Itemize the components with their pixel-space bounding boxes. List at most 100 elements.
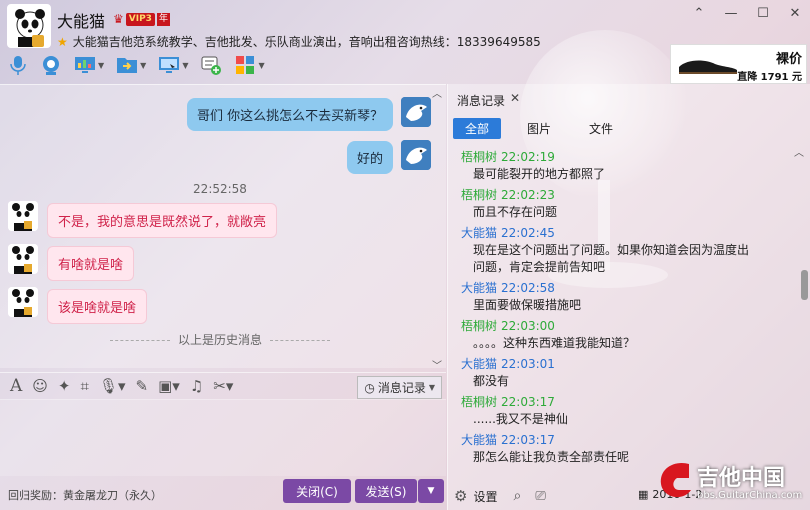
tab-files[interactable]: 文件 <box>577 118 625 139</box>
magic-wand-icon[interactable]: ✦ <box>58 377 71 395</box>
record-text: ......我又不是神仙 <box>473 412 568 426</box>
panel-close-icon[interactable]: ✕ <box>510 91 520 105</box>
window-controls: ⌃ — ☐ ✕ <box>690 6 804 21</box>
screen-share-button[interactable]: ▼ <box>74 55 104 75</box>
record-time: 22:02:19 <box>501 150 555 164</box>
remote-desktop-button[interactable]: ▼ <box>158 55 188 75</box>
file-transfer-icon <box>117 58 138 73</box>
chat-history-area[interactable]: 哥们 你这么挑怎么不去买新琴？ 好的 22:52:58 不是，我的意思是既然说了… <box>0 84 446 372</box>
panel-scrollbar[interactable] <box>801 270 808 300</box>
tab-images[interactable]: 图片 <box>515 118 563 139</box>
minimize-button[interactable]: — <box>722 6 740 21</box>
edit-icon[interactable]: ✎ <box>136 377 149 395</box>
record-sender[interactable]: 大能猫 <box>461 433 497 447</box>
video-call-button[interactable] <box>40 54 62 76</box>
contact-avatar-small[interactable] <box>8 201 38 231</box>
voice-message-icon[interactable]: 🎙▾ <box>99 377 126 395</box>
clock-icon: ◷ <box>364 380 375 395</box>
message-bubble-outgoing[interactable]: 好的 <box>347 141 394 174</box>
top-toolbar: ▼ ▼ ▼ ▼ <box>8 54 265 76</box>
scroll-down-icon[interactable]: ﹀ <box>432 357 442 372</box>
chat-window: 大能猫 ♛ VIP3 年 ★ 大能猫吉他范系统教学、吉他批发、乐队商业演出，音响… <box>0 0 810 510</box>
contact-avatar-small[interactable] <box>8 244 38 274</box>
close-window-button[interactable]: ✕ <box>786 6 804 21</box>
app-grid-icon <box>236 56 255 74</box>
message-bubble-incoming[interactable]: 不是，我的意思是既然说了，就敞亮 <box>47 203 278 238</box>
star-icon: ★ <box>57 34 68 49</box>
music-icon[interactable]: ♫ <box>190 377 203 395</box>
record-header: 大能猫 22:03:01 <box>461 355 783 373</box>
history-notice: 以上是历史消息 <box>0 331 440 348</box>
file-transfer-button[interactable]: ▼ <box>116 55 146 75</box>
record-sender[interactable]: 梧桐树 <box>461 150 497 164</box>
close-button[interactable]: 关闭(C) <box>283 479 351 503</box>
calendar-icon: ▦ <box>638 488 649 501</box>
message-record-panel: 消息记录 ✕ 全部 图片 文件 ︿ 梧桐树 22:02:19 最可能裂开的地方都照了… <box>447 84 810 510</box>
contact-avatar-small[interactable] <box>8 287 38 317</box>
record-text: 而且不存在问题 <box>473 205 558 219</box>
input-toolbar: A ☺ ✦ ⌗ 🎙▾ ✎ ▣▾ ♫ ✂▾ ◷ 消息记录 ▼ <box>0 372 446 400</box>
send-options-dropdown[interactable]: ▼ <box>418 479 444 503</box>
record-sender[interactable]: 大能猫 <box>461 226 497 240</box>
image-icon[interactable]: ▣▾ <box>158 377 180 395</box>
scroll-up-icon[interactable]: ︿ <box>794 144 804 159</box>
record-sender[interactable]: 梧桐树 <box>461 319 497 333</box>
message-history-label: 消息记录 <box>377 381 426 395</box>
watermark: 吉他中国 bbs.GuitarChina.com <box>655 458 810 510</box>
message-timestamp: 22:52:58 <box>193 182 247 196</box>
message-bubble-outgoing[interactable]: 哥们 你这么挑怎么不去买新琴？ <box>187 98 394 131</box>
chevron-down-icon[interactable]: ▼ <box>98 61 104 70</box>
record-header: 梧桐树 22:03:17 <box>461 393 783 411</box>
emoji-icon[interactable]: ☺ <box>32 377 48 395</box>
signature-row: ★ 大能猫吉他范系统教学、吉他批发、乐队商业演出，音响出租咨询热线：183396… <box>57 33 541 50</box>
record-sender[interactable]: 大能猫 <box>461 357 497 371</box>
record-header: 梧桐树 22:02:23 <box>461 186 783 204</box>
record-text: 最可能裂开的地方都照了 <box>473 167 606 181</box>
record-sender[interactable]: 梧桐树 <box>461 395 497 409</box>
app-add-button[interactable] <box>200 54 222 76</box>
guitar-logo-icon <box>660 462 691 498</box>
record-tabs: 全部 图片 文件 <box>453 118 625 139</box>
ad-banner[interactable]: 裸价 直降 1791 元 <box>670 44 807 84</box>
maximize-button[interactable]: ☐ <box>754 6 772 21</box>
record-time: 22:03:17 <box>501 395 555 409</box>
record-time: 22:02:23 <box>501 188 555 202</box>
chevron-down-icon[interactable]: ▼ <box>182 61 188 70</box>
message-input[interactable] <box>0 400 446 476</box>
tab-all[interactable]: 全部 <box>453 118 502 139</box>
message-bubble-incoming[interactable]: 有啥就是啥 <box>47 246 135 281</box>
app-grid-button[interactable]: ▼ <box>234 54 265 76</box>
voice-call-button[interactable] <box>8 54 28 76</box>
contact-avatar[interactable] <box>7 4 51 48</box>
delete-icon[interactable]: ⎚ <box>535 489 545 504</box>
message-bubble-incoming[interactable]: 该是啥就是啥 <box>47 289 148 324</box>
record-sender[interactable]: 梧桐树 <box>461 188 497 202</box>
chevron-down-icon[interactable]: ▼ <box>258 61 264 70</box>
panel-title: 消息记录 <box>457 94 506 108</box>
ad-price: 直降 1791 元 <box>737 72 802 83</box>
chevron-down-icon[interactable]: ▼ <box>140 61 146 70</box>
font-icon[interactable]: A <box>10 376 22 396</box>
record-text: 里面要做保暖措施吧 <box>473 298 582 312</box>
send-button[interactable]: 发送(S) <box>355 479 417 503</box>
settings-label[interactable]: 设置 <box>473 488 497 505</box>
contact-nickname[interactable]: 大能猫 <box>57 8 105 32</box>
scissors-icon[interactable]: ✂▾ <box>213 377 233 395</box>
record-sender[interactable]: 大能猫 <box>461 281 497 295</box>
screen-share-icon <box>75 57 95 73</box>
record-list: 梧桐树 22:02:19 最可能裂开的地方都照了 梧桐树 22:02:23 而且不存在问题… <box>461 148 783 469</box>
vip-badge[interactable]: ♛ VIP3 年 <box>113 12 170 26</box>
screen-capture-icon[interactable]: ⌗ <box>81 377 89 395</box>
pin-icon[interactable]: ⌃ <box>690 6 708 21</box>
search-icon[interactable]: ⌕ <box>513 488 521 504</box>
record-header: 梧桐树 22:03:00 <box>461 317 783 335</box>
self-avatar[interactable] <box>401 97 431 127</box>
record-header: 大能猫 22:02:45 <box>461 224 783 242</box>
record-text: 现在是这个问题出了问题。如果你知道会因为温度出 <box>473 243 750 257</box>
chat-footer: 回归奖励：黄金屠龙刀（永久） 关闭(C) 发送(S) ▼ <box>0 476 446 510</box>
scroll-up-icon[interactable]: ︿ <box>432 85 442 100</box>
crown-icon: ♛ <box>113 12 124 26</box>
self-avatar[interactable] <box>401 140 431 170</box>
message-history-button[interactable]: ◷ 消息记录 ▼ <box>357 376 442 399</box>
gear-icon[interactable]: ⚙ <box>454 487 467 505</box>
